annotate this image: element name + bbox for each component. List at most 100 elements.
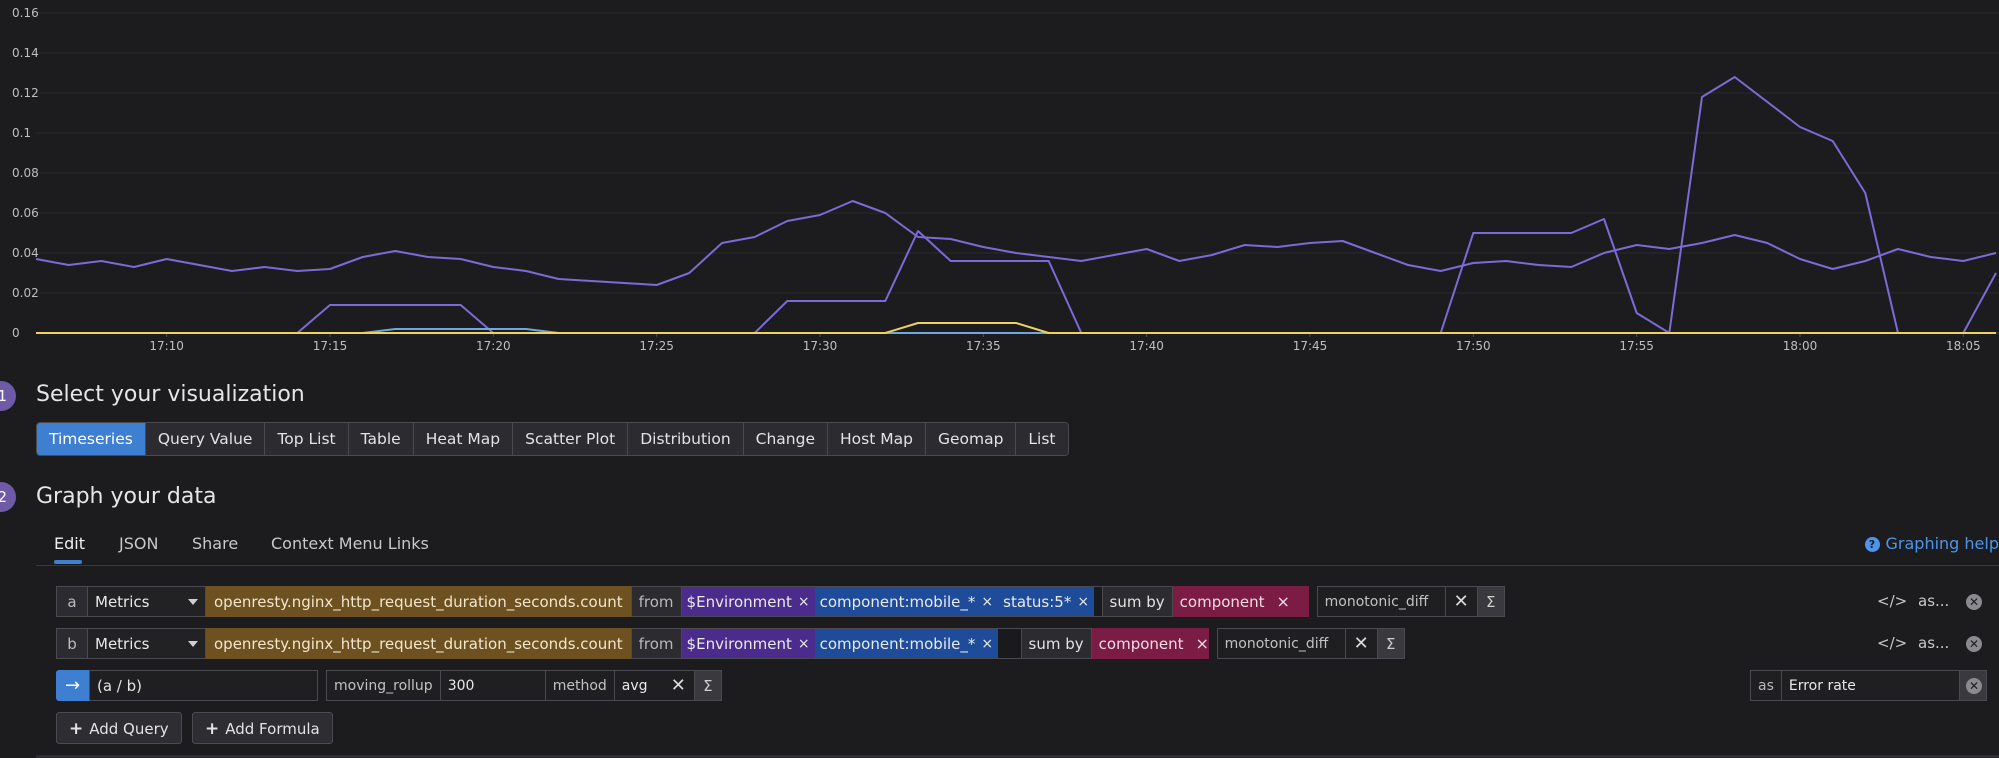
y-tick-label: 0.04	[12, 246, 39, 260]
chevron-down-icon	[188, 640, 198, 647]
x-tick-label: 17:25	[639, 339, 674, 353]
code-icon[interactable]: </>	[1877, 592, 1907, 610]
function-chip[interactable]: monotonic_diff	[1316, 586, 1446, 617]
y-tick-label: 0.1	[12, 126, 31, 140]
remove-group-icon[interactable]: ×	[1196, 634, 1209, 653]
sum-by-label: sum by	[1102, 586, 1173, 617]
formula-row: → (a / b) moving_rollup 300 method avg ✕…	[56, 670, 722, 701]
remove-tag-icon[interactable]: ×	[981, 636, 993, 652]
editor-tabs: Edit JSON Share Context Menu Links ? Grap…	[36, 532, 1999, 566]
step-2-badge: 2	[0, 482, 16, 512]
series-line-3[interactable]	[36, 322, 1996, 334]
data-source-label: Metrics	[95, 592, 150, 611]
x-axis: 17:10 17:15 17:20 17:25 17:30 17:35 17:40 17:45…	[149, 333, 1981, 353]
rollup-function-label: moving_rollup	[326, 670, 441, 701]
add-query-button[interactable]: + Add Query	[56, 712, 182, 744]
tag-label: $Environment	[686, 634, 792, 653]
formula-alias-input[interactable]: Error rate	[1781, 670, 1960, 701]
y-axis: 0.16 0.14 0.12 0.1 0.08 0.06 0.04 0.02 0	[12, 6, 39, 340]
tag-chip[interactable]: $Environment ×	[681, 629, 815, 658]
formula-input[interactable]: (a / b)	[89, 670, 318, 701]
viz-query-value-button[interactable]: Query Value	[145, 423, 266, 455]
remove-query-icon[interactable]: ✕	[1966, 636, 1982, 652]
query-letter[interactable]: a	[56, 586, 88, 617]
tab-edit[interactable]: Edit	[54, 534, 85, 553]
tag-chip[interactable]: status:5* ×	[998, 587, 1095, 616]
add-function-icon[interactable]: Σ	[1377, 628, 1405, 659]
y-tick-label: 0.08	[12, 166, 39, 180]
graphing-help-link[interactable]: ? Graphing help	[1864, 534, 1999, 553]
graphing-help-label: Graphing help	[1885, 534, 1999, 553]
tag-label: status:5*	[1003, 592, 1072, 611]
code-icon[interactable]: </>	[1877, 634, 1907, 652]
viz-table-button[interactable]: Table	[348, 423, 414, 455]
tag-chip[interactable]: component:mobile_* ×	[814, 629, 999, 658]
viz-top-list-button[interactable]: Top List	[265, 423, 349, 455]
plus-icon: +	[205, 719, 220, 739]
x-tick-label: 17:35	[966, 339, 1001, 353]
alias-input[interactable]: as...	[1918, 592, 1949, 610]
viz-list-button[interactable]: List	[1016, 423, 1068, 455]
y-tick-label: 0.12	[12, 86, 39, 100]
tag-filter-input[interactable]: $Environment × component:mobile_* ×	[681, 628, 1022, 659]
group-by-label: component	[1179, 592, 1265, 611]
remove-function-icon[interactable]: ✕	[662, 670, 695, 701]
query-letter[interactable]: b	[56, 628, 88, 659]
visualization-selector: Timeseries Query Value Top List Table He…	[36, 422, 1069, 456]
method-input[interactable]: avg	[614, 670, 663, 701]
data-source-label: Metrics	[95, 634, 150, 653]
viz-timeseries-button[interactable]: Timeseries	[37, 423, 146, 455]
metric-selector[interactable]: openresty.nginx_http_request_duration_se…	[206, 628, 631, 659]
tag-chip[interactable]: component:mobile_* ×	[814, 587, 999, 616]
remove-function-icon[interactable]: ✕	[1445, 586, 1478, 617]
viz-distribution-button[interactable]: Distribution	[628, 423, 744, 455]
section-title-graph-data: Graph your data	[36, 484, 217, 509]
tag-chip[interactable]: $Environment ×	[681, 587, 815, 616]
remove-query-icon[interactable]: ✕	[1966, 594, 1982, 610]
x-tick-label: 17:30	[803, 339, 838, 353]
add-function-icon[interactable]: Σ	[1477, 586, 1505, 617]
remove-function-icon[interactable]: ✕	[1345, 628, 1378, 659]
rollup-window-input[interactable]: 300	[440, 670, 546, 701]
alias-input[interactable]: as...	[1918, 634, 1949, 652]
sum-by-label: sum by	[1021, 628, 1092, 659]
viz-heat-map-button[interactable]: Heat Map	[413, 423, 514, 455]
query-row-b: b Metrics openresty.nginx_http_request_d…	[56, 628, 1405, 659]
add-formula-button[interactable]: + Add Formula	[192, 712, 333, 744]
timeseries-chart: 0.160.140.120.10.080.060.040.020 17:10 17…	[12, 6, 1999, 353]
plus-icon: +	[69, 719, 84, 739]
group-by-chip[interactable]: component ×	[1091, 628, 1209, 659]
tag-label: component:mobile_*	[819, 634, 976, 653]
remove-tag-icon[interactable]: ×	[981, 594, 993, 610]
remove-tag-icon[interactable]: ×	[798, 594, 810, 610]
viz-change-button[interactable]: Change	[743, 423, 828, 455]
tag-label: $Environment	[686, 592, 792, 611]
tab-share[interactable]: Share	[192, 534, 238, 553]
tab-context-menu-links[interactable]: Context Menu Links	[271, 534, 429, 553]
data-source-select[interactable]: Metrics	[88, 628, 206, 659]
method-label: method	[545, 670, 615, 701]
x-tick-label: 17:15	[313, 339, 348, 353]
metric-selector[interactable]: openresty.nginx_http_request_duration_se…	[206, 586, 631, 617]
function-chip[interactable]: monotonic_diff	[1216, 628, 1346, 659]
formula-alias: as Error rate ✕	[1750, 670, 1987, 701]
group-by-label: component	[1098, 634, 1184, 653]
series-line-1[interactable]	[36, 76, 1997, 334]
arrow-right-icon: →	[56, 670, 89, 701]
series-line-0[interactable]	[35, 200, 1997, 286]
remove-formula-icon[interactable]: ✕	[1966, 678, 1982, 694]
viz-host-map-button[interactable]: Host Map	[828, 423, 926, 455]
data-source-select[interactable]: Metrics	[88, 586, 206, 617]
remove-group-icon[interactable]: ×	[1277, 592, 1290, 611]
y-tick-label: 0.02	[12, 286, 39, 300]
remove-tag-icon[interactable]: ×	[1077, 594, 1089, 610]
remove-tag-icon[interactable]: ×	[798, 636, 810, 652]
viz-geomap-button[interactable]: Geomap	[925, 423, 1017, 455]
add-function-icon[interactable]: Σ	[694, 670, 722, 701]
group-by-chip[interactable]: component ×	[1172, 586, 1309, 617]
viz-scatter-plot-button[interactable]: Scatter Plot	[513, 423, 629, 455]
tag-filter-input[interactable]: $Environment × component:mobile_* × status…	[681, 586, 1103, 617]
tab-json[interactable]: JSON	[119, 534, 158, 553]
x-tick-label: 17:55	[1619, 339, 1654, 353]
x-tick-label: 17:20	[476, 339, 511, 353]
